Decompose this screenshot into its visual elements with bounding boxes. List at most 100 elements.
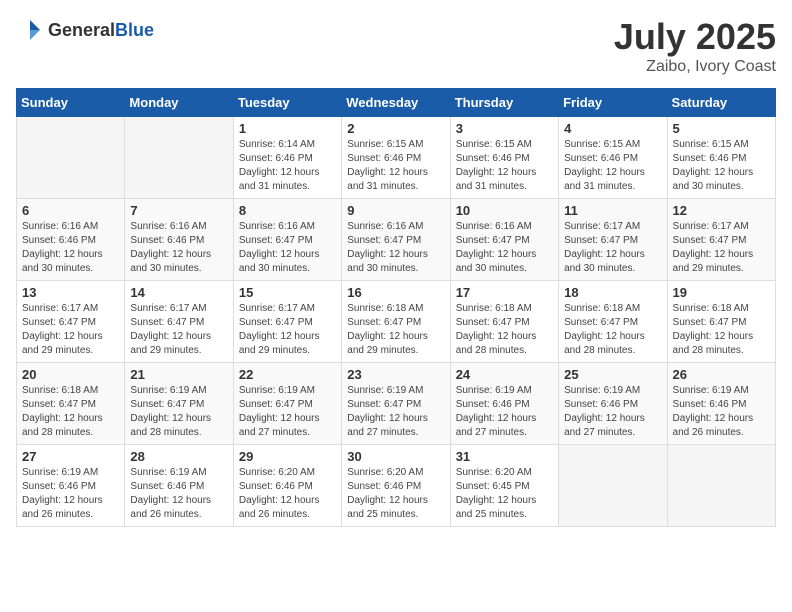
calendar-day-cell: 29 Sunrise: 6:20 AM Sunset: 6:46 PM Dayli…: [233, 445, 341, 527]
calendar-day-cell: 31 Sunrise: 6:20 AM Sunset: 6:45 PM Dayli…: [450, 445, 558, 527]
day-number: 29: [239, 449, 336, 464]
day-number: 13: [22, 285, 119, 300]
day-info: Sunrise: 6:15 AM Sunset: 6:46 PM Dayligh…: [456, 138, 553, 194]
weekday-header: Monday: [125, 89, 233, 117]
day-number: 14: [130, 285, 227, 300]
day-info: Sunrise: 6:18 AM Sunset: 6:47 PM Dayligh…: [456, 302, 553, 358]
day-info: Sunrise: 6:20 AM Sunset: 6:46 PM Dayligh…: [239, 466, 336, 522]
day-number: 12: [673, 203, 770, 218]
day-info: Sunrise: 6:14 AM Sunset: 6:46 PM Dayligh…: [239, 138, 336, 194]
day-info: Sunrise: 6:18 AM Sunset: 6:47 PM Dayligh…: [347, 302, 444, 358]
day-number: 24: [456, 367, 553, 382]
month-title: July 2025: [614, 16, 776, 58]
day-info: Sunrise: 6:15 AM Sunset: 6:46 PM Dayligh…: [564, 138, 661, 194]
day-number: 31: [456, 449, 553, 464]
day-info: Sunrise: 6:20 AM Sunset: 6:45 PM Dayligh…: [456, 466, 553, 522]
calendar-day-cell: 14 Sunrise: 6:17 AM Sunset: 6:47 PM Dayli…: [125, 281, 233, 363]
calendar-day-cell: 21 Sunrise: 6:19 AM Sunset: 6:47 PM Dayli…: [125, 363, 233, 445]
day-number: 21: [130, 367, 227, 382]
logo-blue: Blue: [115, 20, 154, 40]
weekday-header: Thursday: [450, 89, 558, 117]
day-number: 19: [673, 285, 770, 300]
day-number: 17: [456, 285, 553, 300]
calendar-week-row: 27 Sunrise: 6:19 AM Sunset: 6:46 PM Dayli…: [17, 445, 776, 527]
day-info: Sunrise: 6:18 AM Sunset: 6:47 PM Dayligh…: [673, 302, 770, 358]
calendar-day-cell: 3 Sunrise: 6:15 AM Sunset: 6:46 PM Daylig…: [450, 117, 558, 199]
calendar-day-cell: 22 Sunrise: 6:19 AM Sunset: 6:47 PM Dayli…: [233, 363, 341, 445]
calendar-day-cell: 25 Sunrise: 6:19 AM Sunset: 6:46 PM Dayli…: [559, 363, 667, 445]
calendar-day-cell: 5Sunrise: 6:15 AM Sunset: 6:46 PM Daylig…: [667, 117, 775, 199]
day-info: Sunrise: 6:16 AM Sunset: 6:46 PM Dayligh…: [22, 220, 119, 276]
calendar-day-cell: 18 Sunrise: 6:18 AM Sunset: 6:47 PM Dayli…: [559, 281, 667, 363]
day-number: 7: [130, 203, 227, 218]
calendar-week-row: 13 Sunrise: 6:17 AM Sunset: 6:47 PM Dayli…: [17, 281, 776, 363]
day-number: 3: [456, 121, 553, 136]
calendar-day-cell: 6 Sunrise: 6:16 AM Sunset: 6:46 PM Daylig…: [17, 199, 125, 281]
logo: GeneralBlue: [16, 16, 154, 44]
day-info: Sunrise: 6:19 AM Sunset: 6:47 PM Dayligh…: [239, 384, 336, 440]
calendar-day-cell: 28Sunrise: 6:19 AM Sunset: 6:46 PM Dayli…: [125, 445, 233, 527]
day-number: 15: [239, 285, 336, 300]
weekday-header: Tuesday: [233, 89, 341, 117]
location-title: Zaibo, Ivory Coast: [614, 58, 776, 76]
calendar-day-cell: 27 Sunrise: 6:19 AM Sunset: 6:46 PM Dayli…: [17, 445, 125, 527]
day-info: Sunrise: 6:17 AM Sunset: 6:47 PM Dayligh…: [22, 302, 119, 358]
logo-text: GeneralBlue: [48, 20, 154, 41]
day-info: Sunrise: 6:17 AM Sunset: 6:47 PM Dayligh…: [239, 302, 336, 358]
day-number: 30: [347, 449, 444, 464]
calendar-day-cell: 23 Sunrise: 6:19 AM Sunset: 6:47 PM Dayli…: [342, 363, 450, 445]
day-info: Sunrise: 6:18 AM Sunset: 6:47 PM Dayligh…: [22, 384, 119, 440]
calendar-header-row: SundayMondayTuesdayWednesdayThursdayFrid…: [17, 89, 776, 117]
weekday-header: Friday: [559, 89, 667, 117]
day-info: Sunrise: 6:19 AM Sunset: 6:46 PM Dayligh…: [456, 384, 553, 440]
weekday-header: Wednesday: [342, 89, 450, 117]
day-info: Sunrise: 6:17 AM Sunset: 6:47 PM Dayligh…: [130, 302, 227, 358]
day-number: 6: [22, 203, 119, 218]
calendar-day-cell: 17 Sunrise: 6:18 AM Sunset: 6:47 PM Dayli…: [450, 281, 558, 363]
day-info: Sunrise: 6:15 AM Sunset: 6:46 PM Dayligh…: [347, 138, 444, 194]
day-info: Sunrise: 6:19 AM Sunset: 6:46 PM Dayligh…: [130, 466, 227, 522]
calendar-table: SundayMondayTuesdayWednesdayThursdayFrid…: [16, 88, 776, 527]
calendar-day-cell: 24 Sunrise: 6:19 AM Sunset: 6:46 PM Dayli…: [450, 363, 558, 445]
day-number: 25: [564, 367, 661, 382]
day-info: Sunrise: 6:16 AM Sunset: 6:47 PM Dayligh…: [456, 220, 553, 276]
calendar-day-cell: [17, 117, 125, 199]
day-info: Sunrise: 6:19 AM Sunset: 6:46 PM Dayligh…: [564, 384, 661, 440]
day-info: Sunrise: 6:19 AM Sunset: 6:46 PM Dayligh…: [22, 466, 119, 522]
weekday-header: Sunday: [17, 89, 125, 117]
calendar-day-cell: 16Sunrise: 6:18 AM Sunset: 6:47 PM Dayli…: [342, 281, 450, 363]
day-number: 22: [239, 367, 336, 382]
calendar-day-cell: 1Sunrise: 6:14 AM Sunset: 6:46 PM Daylig…: [233, 117, 341, 199]
day-info: Sunrise: 6:16 AM Sunset: 6:47 PM Dayligh…: [239, 220, 336, 276]
day-number: 2: [347, 121, 444, 136]
day-number: 23: [347, 367, 444, 382]
day-number: 26: [673, 367, 770, 382]
calendar-day-cell: 11Sunrise: 6:17 AM Sunset: 6:47 PM Dayli…: [559, 199, 667, 281]
title-block: July 2025 Zaibo, Ivory Coast: [614, 16, 776, 76]
day-number: 27: [22, 449, 119, 464]
day-number: 4: [564, 121, 661, 136]
day-info: Sunrise: 6:16 AM Sunset: 6:46 PM Dayligh…: [130, 220, 227, 276]
day-info: Sunrise: 6:19 AM Sunset: 6:47 PM Dayligh…: [130, 384, 227, 440]
day-number: 11: [564, 203, 661, 218]
calendar-day-cell: [125, 117, 233, 199]
calendar-day-cell: 19 Sunrise: 6:18 AM Sunset: 6:47 PM Dayli…: [667, 281, 775, 363]
calendar-day-cell: 9Sunrise: 6:16 AM Sunset: 6:47 PM Daylig…: [342, 199, 450, 281]
weekday-header: Saturday: [667, 89, 775, 117]
day-info: Sunrise: 6:18 AM Sunset: 6:47 PM Dayligh…: [564, 302, 661, 358]
calendar-day-cell: 13 Sunrise: 6:17 AM Sunset: 6:47 PM Dayli…: [17, 281, 125, 363]
calendar-day-cell: 4 Sunrise: 6:15 AM Sunset: 6:46 PM Daylig…: [559, 117, 667, 199]
calendar-week-row: 20 Sunrise: 6:18 AM Sunset: 6:47 PM Dayli…: [17, 363, 776, 445]
logo-icon: [16, 16, 44, 44]
calendar-day-cell: 30Sunrise: 6:20 AM Sunset: 6:46 PM Dayli…: [342, 445, 450, 527]
calendar-day-cell: 12Sunrise: 6:17 AM Sunset: 6:47 PM Dayli…: [667, 199, 775, 281]
day-info: Sunrise: 6:19 AM Sunset: 6:47 PM Dayligh…: [347, 384, 444, 440]
day-number: 18: [564, 285, 661, 300]
day-info: Sunrise: 6:15 AM Sunset: 6:46 PM Dayligh…: [673, 138, 770, 194]
calendar-week-row: 6 Sunrise: 6:16 AM Sunset: 6:46 PM Daylig…: [17, 199, 776, 281]
day-number: 20: [22, 367, 119, 382]
calendar-day-cell: 20 Sunrise: 6:18 AM Sunset: 6:47 PM Dayli…: [17, 363, 125, 445]
calendar-day-cell: 15 Sunrise: 6:17 AM Sunset: 6:47 PM Dayli…: [233, 281, 341, 363]
day-number: 9: [347, 203, 444, 218]
calendar-day-cell: 26Sunrise: 6:19 AM Sunset: 6:46 PM Dayli…: [667, 363, 775, 445]
